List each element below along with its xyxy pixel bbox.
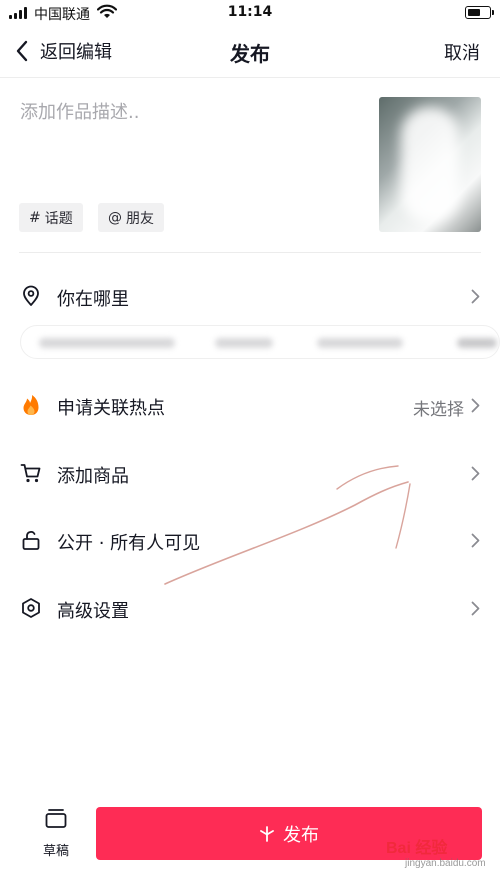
back-button[interactable]: 返回编辑 bbox=[16, 38, 112, 64]
clock: 11:14 bbox=[227, 4, 273, 20]
location-suggestions[interactable] bbox=[20, 325, 500, 359]
nav-bar: 返回编辑 发布 取消 bbox=[0, 26, 500, 76]
topic-chip[interactable]: # 话题 bbox=[19, 203, 83, 232]
product-row[interactable]: 添加商品 bbox=[0, 454, 500, 494]
draft-button[interactable]: 草稿 bbox=[37, 808, 75, 859]
topic-chip-label: 话题 bbox=[44, 210, 73, 227]
chevron-right-icon bbox=[471, 398, 480, 413]
mention-icon: @ bbox=[108, 209, 122, 226]
unlock-icon bbox=[22, 531, 40, 550]
flame-icon bbox=[23, 395, 39, 415]
draft-box-icon bbox=[45, 809, 67, 828]
visibility-label: 公开 · 所有人可见 bbox=[57, 533, 201, 554]
back-label: 返回编辑 bbox=[40, 42, 112, 63]
chevron-left-icon bbox=[16, 40, 28, 62]
section-divider bbox=[19, 252, 481, 253]
description-input[interactable]: 添加作品描述.. bbox=[20, 98, 139, 124]
location-pin-icon bbox=[23, 285, 39, 306]
hotspot-row[interactable]: 申请关联热点 未选择 bbox=[0, 386, 500, 426]
draft-label: 草稿 bbox=[42, 844, 69, 859]
chevron-right-icon bbox=[471, 289, 480, 304]
status-bar: 中国联通 11:14 bbox=[0, 0, 500, 26]
friend-chip-label: 朋友 bbox=[126, 210, 154, 227]
hexagon-settings-icon bbox=[22, 598, 40, 618]
nav-divider bbox=[0, 77, 500, 78]
cart-icon bbox=[20, 464, 41, 483]
product-label: 添加商品 bbox=[57, 466, 129, 487]
friend-chip[interactable]: @ 朋友 bbox=[98, 203, 164, 232]
advanced-settings-label: 高级设置 bbox=[57, 601, 129, 622]
battery-level bbox=[468, 9, 480, 16]
hotspot-value: 未选择 bbox=[413, 400, 464, 420]
location-row[interactable]: 你在哪里 bbox=[0, 277, 500, 317]
watermark-logo: Bai 经验 bbox=[386, 840, 448, 857]
chevron-right-icon bbox=[471, 601, 480, 616]
cancel-button[interactable]: 取消 bbox=[444, 39, 480, 65]
publish-label: 发布 bbox=[283, 824, 319, 846]
chevron-right-icon bbox=[471, 533, 480, 548]
watermark-domain: jingyan.baidu.com bbox=[405, 858, 486, 869]
hotspot-label: 申请关联热点 bbox=[57, 398, 165, 419]
cover-thumbnail[interactable] bbox=[379, 97, 481, 232]
sparkle-icon bbox=[260, 825, 274, 842]
hashtag-icon: # bbox=[29, 209, 41, 226]
chevron-right-icon bbox=[471, 466, 480, 481]
advanced-settings-row[interactable]: 高级设置 bbox=[0, 589, 500, 629]
visibility-row[interactable]: 公开 · 所有人可见 bbox=[0, 521, 500, 561]
location-label: 你在哪里 bbox=[57, 289, 129, 310]
battery-icon bbox=[465, 6, 494, 19]
